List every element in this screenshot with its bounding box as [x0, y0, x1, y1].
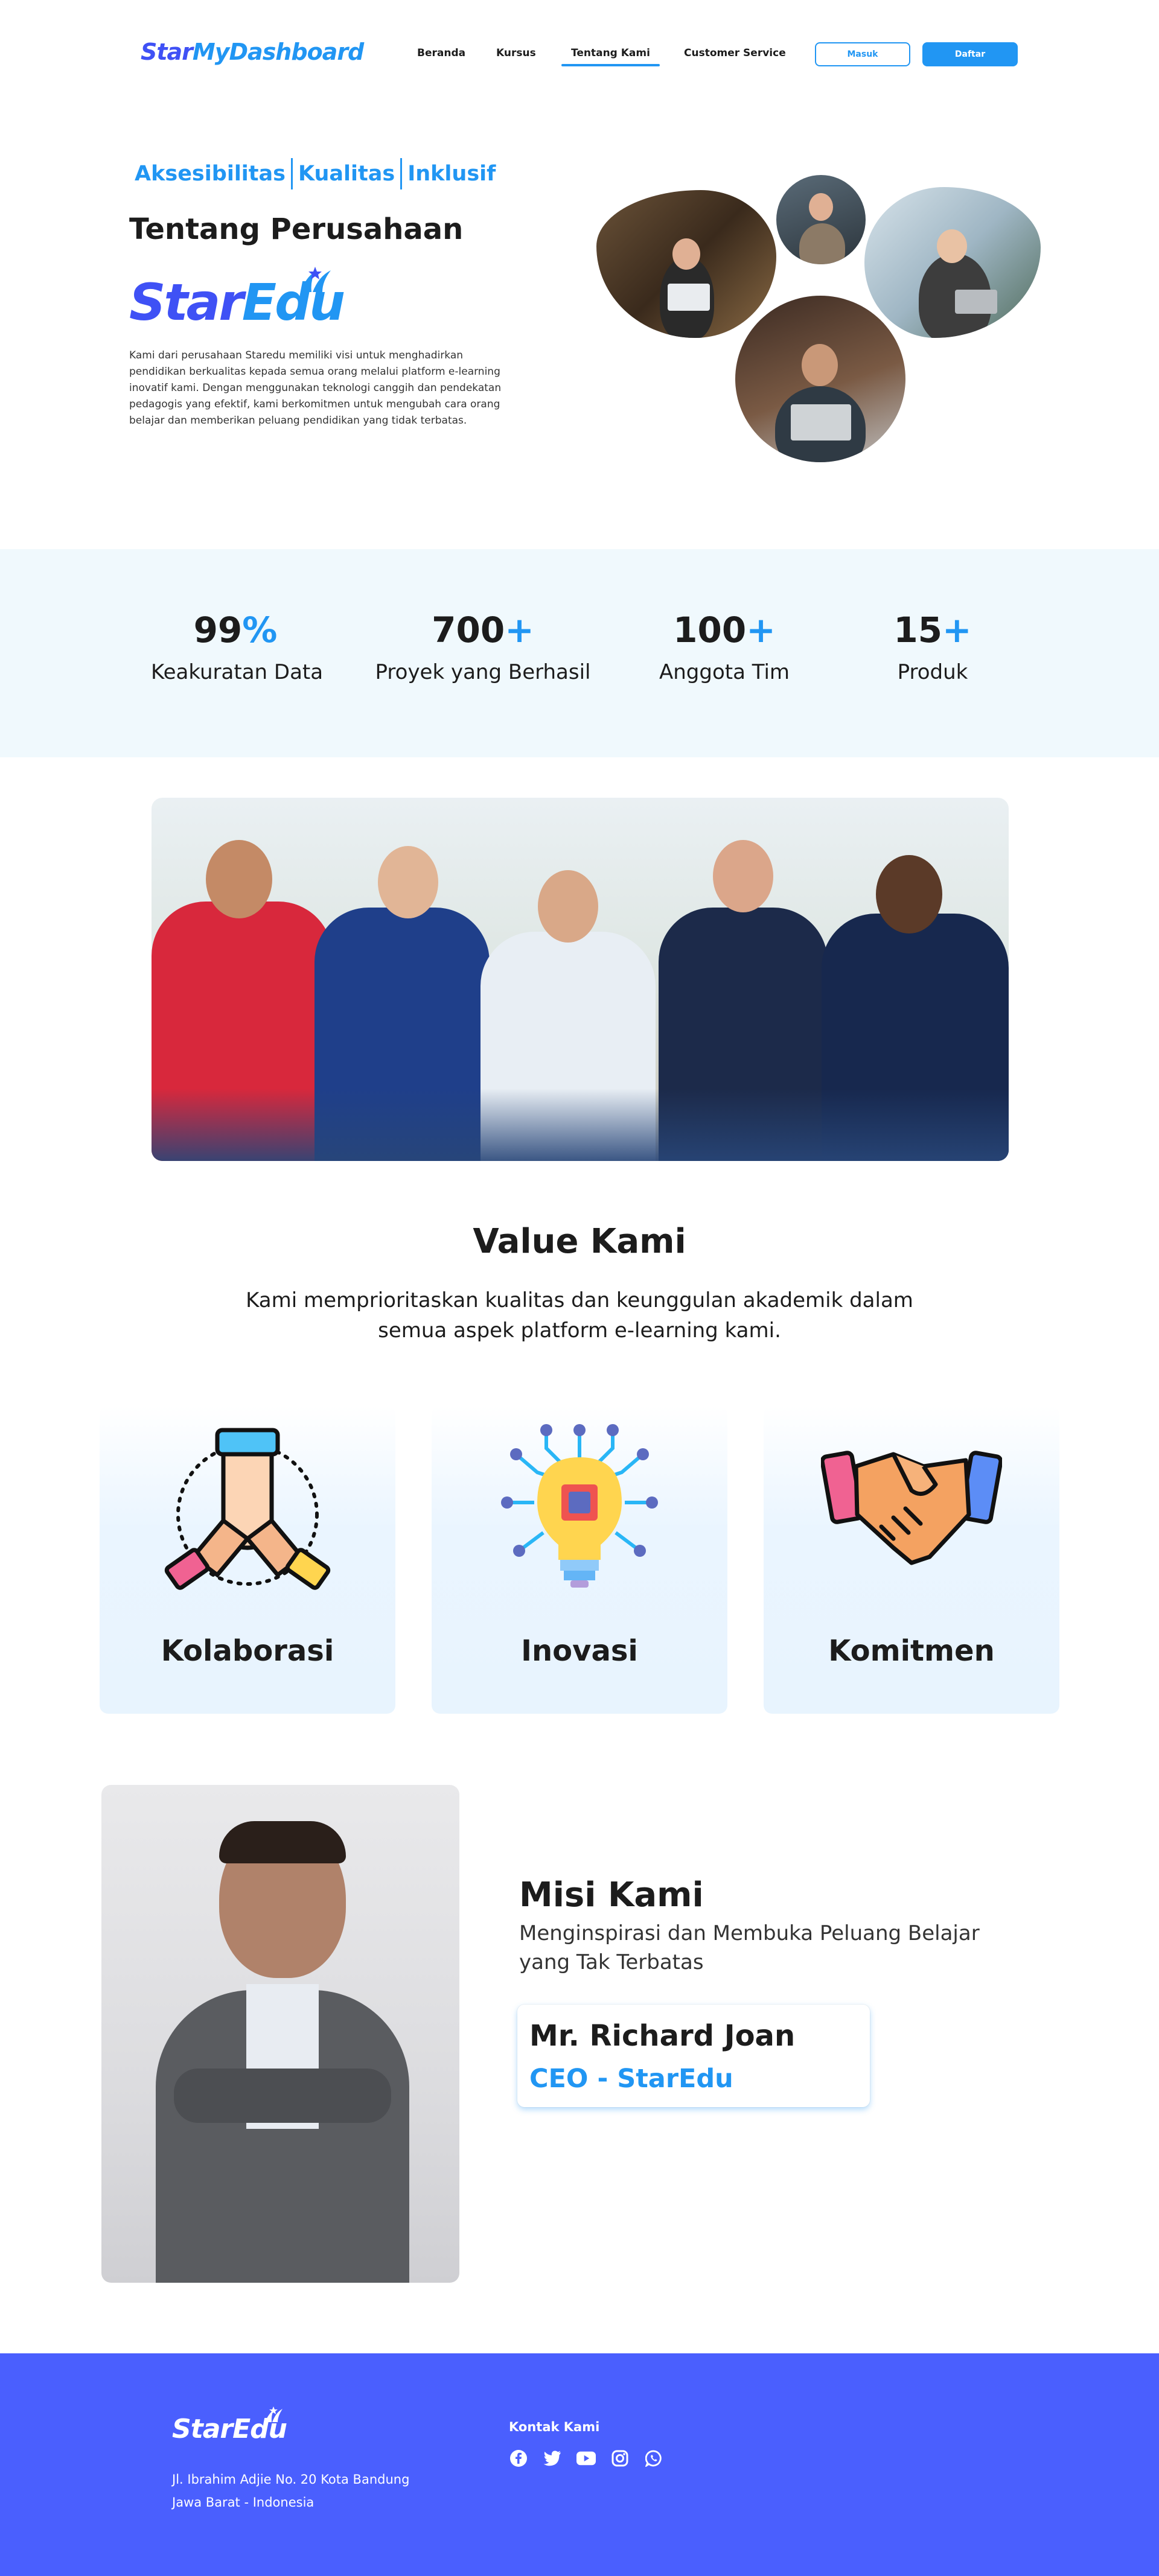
stat-label: Keakuratan Data [151, 660, 324, 684]
stat-products: 15+ Produk [869, 609, 996, 684]
team-photo [152, 798, 1009, 1161]
value-card-label: Kolaborasi [161, 1634, 334, 1668]
address-line-1: Jl. Ibrahim Adjie No. 20 Kota Bandung [172, 2472, 410, 2487]
nav-link-tentang-kami[interactable]: Tentang Kami [561, 47, 660, 66]
mission-title: Misi Kami [519, 1875, 704, 1915]
instagram-icon[interactable] [610, 2449, 630, 2468]
whatsapp-icon[interactable] [644, 2449, 663, 2468]
login-button[interactable]: Masuk [815, 42, 910, 66]
contact-title: Kontak Kami [509, 2420, 600, 2434]
values-description: Kami memprioritaskan kualitas dan keungg… [246, 1288, 913, 1343]
value-card-inovasi: Inovasi [432, 1406, 727, 1714]
ceo-photo [101, 1785, 459, 2283]
stat-label: Anggota Tim [659, 660, 790, 684]
tag-kualitas: Kualitas [293, 158, 403, 189]
hero-logo-star: Star [129, 273, 244, 332]
ceo-role: CEO - StarEdu [529, 2064, 733, 2094]
stat-number: 700+ [432, 609, 534, 650]
logo-text-dashboard: MyDashboard [192, 39, 364, 65]
lightbulb-chip-icon [501, 1424, 658, 1588]
youtube-icon[interactable] [576, 2449, 596, 2468]
mission-subtitle: Menginspirasi dan Membuka Peluang Belaja… [519, 1921, 980, 1974]
stat-number: 100+ [673, 609, 776, 650]
values-title: Value Kami [473, 1222, 686, 1261]
nav-link-customer-service[interactable]: Customer Service [684, 47, 786, 59]
nav-link-kursus[interactable]: Kursus [496, 47, 536, 59]
stat-accuracy: 99% Keakuratan Data [151, 609, 324, 684]
footer-logo-star-icon [265, 2406, 283, 2422]
stat-label: Produk [897, 660, 968, 684]
hero-description: Kami dari perusahaan Staredu memiliki vi… [129, 349, 502, 427]
nav-link-beranda[interactable]: Beranda [417, 47, 465, 59]
hero-photo-man-tablet [776, 175, 866, 264]
site-logo[interactable]: StarMyDashboard [141, 39, 364, 65]
value-card-label: Komitmen [828, 1634, 995, 1668]
twitter-icon[interactable] [543, 2449, 562, 2468]
register-button[interactable]: Daftar [922, 42, 1018, 66]
top-navbar: StarMyDashboard Beranda Kursus Tentang K… [0, 0, 1159, 109]
stat-team-members: 100+ Anggota Tim [652, 609, 797, 684]
address-line-2: Jawa Barat - Indonesia [172, 2495, 314, 2510]
hero-title: Tentang Perusahaan [129, 212, 464, 246]
tag-aksesibilitas: Aksesibilitas [135, 158, 293, 189]
logo-star-icon [301, 267, 331, 292]
logo-text-star: Star [141, 39, 193, 65]
stat-number: 15+ [893, 609, 972, 650]
ceo-name: Mr. Richard Joan [529, 2019, 796, 2053]
ceo-card: Mr. Richard Joan CEO - StarEdu [517, 2005, 870, 2107]
value-card-kolaborasi: Kolaborasi [100, 1406, 395, 1714]
hero-photo-man-laptop [735, 296, 905, 462]
hero-tagline: Aksesibilitas Kualitas Inklusif [135, 158, 501, 189]
teamwork-hands-icon [164, 1428, 331, 1590]
handshake-icon [821, 1451, 1002, 1565]
value-card-label: Inovasi [521, 1634, 638, 1668]
social-links [509, 2449, 663, 2468]
footer-address: Jl. Ibrahim Adjie No. 20 Kota Bandung Ja… [172, 2468, 409, 2514]
stat-label: Proyek yang Berhasil [375, 660, 591, 684]
hero-photo-woman-laptop [596, 190, 776, 338]
stat-number: 99% [193, 609, 278, 650]
stat-projects: 700+ Proyek yang Berhasil [362, 609, 604, 684]
footer: StarEdu Jl. Ibrahim Adjie No. 20 Kota Ba… [0, 2353, 1159, 2576]
tag-inklusif: Inklusif [407, 162, 496, 186]
hero-photo-woman-smiling [864, 187, 1041, 338]
value-card-komitmen: Komitmen [764, 1406, 1059, 1714]
facebook-icon[interactable] [509, 2449, 528, 2468]
